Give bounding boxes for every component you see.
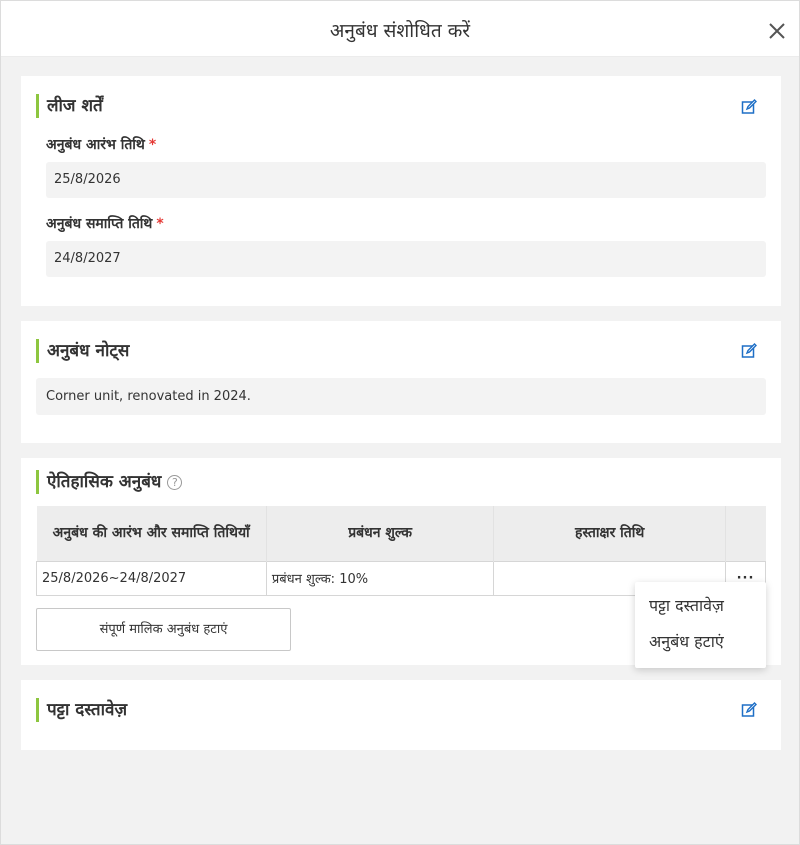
- column-header-actions: [725, 506, 766, 561]
- help-icon[interactable]: ?: [167, 474, 183, 490]
- contract-notes-title: अनुबंध नोट्स: [36, 339, 129, 363]
- row-actions-dropdown: पट्टा दस्तावेज़ अनुबंध हटाएं: [635, 582, 766, 668]
- required-mark: *: [156, 216, 164, 232]
- contract-dates-cell: 25/8/2026~24/8/2027: [36, 560, 267, 596]
- start-date-label-text: अनुबंध आरंभ तिथि: [46, 137, 145, 153]
- menu-item-delete-contract[interactable]: अनुबंध हटाएं: [649, 630, 724, 652]
- modal-header: अनुबंध संशोधित करें: [1, 1, 799, 57]
- end-date-label-text: अनुबंध समाप्ति तिथि: [46, 216, 153, 232]
- remove-all-owner-contracts-button[interactable]: संपूर्ण मालिक अनुबंध हटाएं: [36, 608, 291, 651]
- edit-contract-modal: अनुबंध संशोधित करें लीज शर्तें अनुबंध आर…: [0, 0, 800, 845]
- start-date-label: अनुबंध आरंभ तिथि *: [46, 135, 156, 154]
- historical-contracts-title-text: ऐतिहासिक अनुबंध: [47, 472, 162, 492]
- edit-icon[interactable]: [741, 99, 757, 115]
- management-fee-cell: प्रबंधन शुल्क: 10%: [265, 560, 495, 596]
- lease-terms-title: लीज शर्तें: [36, 94, 103, 118]
- column-header-dates: अनुबंध की आरंभ और समाप्ति तिथियाँ: [36, 506, 267, 561]
- lease-documents-title: पट्टा दस्तावेज़: [36, 698, 127, 722]
- lease-documents-card: पट्टा दस्तावेज़: [21, 680, 781, 750]
- close-icon[interactable]: [767, 21, 787, 41]
- column-header-signed-date: हस्ताक्षर तिथि: [493, 506, 726, 561]
- lease-terms-card: लीज शर्तें अनुबंध आरंभ तिथि * 25/8/2026 अ…: [21, 76, 781, 306]
- end-date-field[interactable]: 24/8/2027: [46, 241, 766, 277]
- modal-title: अनुबंध संशोधित करें: [329, 20, 471, 42]
- historical-contracts-title: ऐतिहासिक अनुबंध?: [36, 470, 183, 494]
- end-date-label: अनुबंध समाप्ति तिथि *: [46, 214, 164, 233]
- edit-icon[interactable]: [741, 343, 757, 359]
- start-date-field[interactable]: 25/8/2026: [46, 162, 766, 198]
- contract-notes-value: Corner unit, renovated in 2024.: [36, 378, 766, 415]
- contract-notes-card: अनुबंध नोट्स Corner unit, renovated in 2…: [21, 321, 781, 443]
- column-header-fee: प्रबंधन शुल्क: [265, 506, 494, 561]
- menu-item-lease-documents[interactable]: पट्टा दस्तावेज़: [649, 594, 724, 616]
- edit-icon[interactable]: [741, 702, 757, 718]
- required-mark: *: [148, 137, 157, 153]
